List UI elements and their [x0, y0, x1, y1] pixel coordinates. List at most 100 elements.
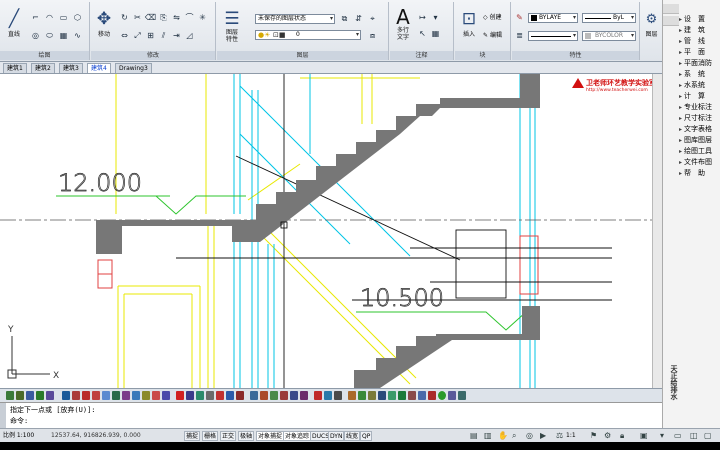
- tool-icon-30[interactable]: [314, 391, 322, 400]
- tool-icon-1[interactable]: [6, 391, 14, 400]
- ellipse-icon[interactable]: ⬭: [44, 30, 55, 41]
- arc-icon[interactable]: ◠: [44, 12, 55, 23]
- stretch-icon[interactable]: ⇔: [119, 30, 130, 41]
- tool-icon-3[interactable]: [26, 391, 34, 400]
- layer-state-dropdown[interactable]: 未保存的图层状态: [255, 14, 335, 24]
- tool-icon-36[interactable]: [378, 391, 386, 400]
- command-window-grip[interactable]: [0, 403, 6, 429]
- clean-screen-icon[interactable]: ▣: [640, 431, 648, 440]
- snap-toggle[interactable]: 捕捉: [184, 431, 201, 441]
- dimension-dropdown-icon[interactable]: ▾: [430, 12, 441, 23]
- command-window[interactable]: 指定下一点或 [放弃(U)]: 命令:: [0, 402, 662, 429]
- tool-icon-16[interactable]: [162, 391, 170, 400]
- sidebar-item-calculate[interactable]: 计 算: [679, 92, 720, 101]
- scale-selector[interactable]: 比例 1:100: [2, 431, 48, 441]
- match-properties-icon[interactable]: ✎: [514, 12, 525, 23]
- tool-icon-22[interactable]: [226, 391, 234, 400]
- tool-icon-33[interactable]: [348, 391, 356, 400]
- explode-icon[interactable]: ✳: [197, 12, 208, 23]
- table-icon[interactable]: ▦: [430, 28, 441, 39]
- tool-icon-5[interactable]: [46, 391, 54, 400]
- array-icon[interactable]: ⊞: [145, 30, 156, 41]
- workspace-icon[interactable]: ⚙: [604, 431, 611, 440]
- tool-icon-10[interactable]: [102, 391, 110, 400]
- sidebar-close-icon[interactable]: [663, 4, 679, 14]
- tool-icon-25[interactable]: [260, 391, 268, 400]
- erase-icon[interactable]: ⌫: [145, 12, 156, 23]
- quickprops-toggle[interactable]: QP: [360, 431, 373, 441]
- tool-icon-37[interactable]: [388, 391, 396, 400]
- ortho-toggle[interactable]: 正交: [220, 431, 237, 441]
- tab-1[interactable]: 建筑2: [31, 63, 55, 73]
- tool-icon-38[interactable]: [398, 391, 406, 400]
- model-icon[interactable]: ▤: [470, 431, 478, 440]
- chamfer-icon[interactable]: ◿: [184, 30, 195, 41]
- annotation-visibility-icon[interactable]: ⚑: [590, 431, 597, 440]
- tray-icon-c[interactable]: ▢: [704, 431, 712, 440]
- layout-icon[interactable]: ▥: [484, 431, 492, 440]
- insert-tool[interactable]: ⊡ 插入: [457, 10, 481, 39]
- tool-icon-2[interactable]: [16, 391, 24, 400]
- circle-icon[interactable]: ◎: [30, 30, 41, 41]
- tool-icon-8[interactable]: [82, 391, 90, 400]
- tool-icon-15[interactable]: [152, 391, 160, 400]
- leader-icon[interactable]: ↖: [417, 28, 428, 39]
- tool-icon-11[interactable]: [112, 391, 120, 400]
- tool-icon-14[interactable]: [142, 391, 150, 400]
- tab-0[interactable]: 建筑1: [3, 63, 27, 73]
- tool-icon-13[interactable]: [132, 391, 140, 400]
- tray-settings-icon[interactable]: ▾: [660, 431, 664, 440]
- tool-icon-27[interactable]: [280, 391, 288, 400]
- tool-icon-21[interactable]: [216, 391, 224, 400]
- tool-icon-32[interactable]: [334, 391, 342, 400]
- tool-icon-4[interactable]: [36, 391, 44, 400]
- copy-icon[interactable]: ⎘: [158, 12, 169, 23]
- spline-icon[interactable]: ∿: [72, 30, 83, 41]
- tool-icon-6[interactable]: [62, 391, 70, 400]
- showmotion-icon[interactable]: ▶: [540, 431, 546, 440]
- sidebar-item-dimension[interactable]: 尺寸标注: [679, 114, 720, 123]
- tool-icon-26[interactable]: [270, 391, 278, 400]
- sidebar-item-library-layer[interactable]: 图库图层: [679, 136, 720, 145]
- tray-icon-a[interactable]: ▭: [674, 431, 682, 440]
- tab-2[interactable]: 建筑3: [59, 63, 83, 73]
- tool-icon-44[interactable]: [458, 391, 466, 400]
- hexagon-icon[interactable]: ⬡: [72, 12, 83, 23]
- mirror-icon[interactable]: ⇋: [171, 12, 182, 23]
- zoom-icon[interactable]: ⌕: [512, 431, 516, 441]
- sidebar-item-system[interactable]: 系 统: [679, 70, 720, 79]
- tray-icon-b[interactable]: ◫: [690, 431, 698, 440]
- osnap-toggle[interactable]: 对象捕捉: [256, 431, 285, 441]
- rectangle-icon[interactable]: ▭: [58, 12, 69, 23]
- sidebar-item-help[interactable]: 帮 助: [679, 169, 720, 178]
- sidebar-item-pro-annotation[interactable]: 专业标注: [679, 103, 720, 112]
- annotation-scale-value[interactable]: 1:1: [566, 432, 576, 439]
- tool-icon-39[interactable]: [408, 391, 416, 400]
- tool-icon-7[interactable]: [72, 391, 80, 400]
- dimension-linear-icon[interactable]: ↦: [417, 12, 428, 23]
- layer-state-icon[interactable]: ⧉: [339, 13, 350, 24]
- line-tool[interactable]: ╱ 直线: [2, 10, 26, 39]
- tool-icon-17[interactable]: [176, 391, 184, 400]
- steering-wheel-icon[interactable]: ◎: [526, 431, 533, 440]
- layer-properties-tool[interactable]: ☰ 图层 特性: [219, 10, 245, 44]
- scale-icon[interactable]: ⤢: [132, 30, 143, 41]
- sidebar-item-layout[interactable]: 文件布图: [679, 158, 720, 167]
- trim-icon[interactable]: ✂: [132, 12, 143, 23]
- tool-icon-28[interactable]: [290, 391, 298, 400]
- groups-tool[interactable]: ⚙ 图层: [641, 10, 662, 38]
- vertical-scrollbar[interactable]: [652, 74, 662, 388]
- rotate-icon[interactable]: ↻: [119, 12, 130, 23]
- offset-icon[interactable]: ⫽: [158, 30, 169, 41]
- pan-icon[interactable]: ✋: [498, 431, 508, 440]
- sidebar-item-plan[interactable]: 平 面: [679, 48, 720, 57]
- sidebar-item-text-table[interactable]: 文字表格: [679, 125, 720, 134]
- tool-icon-18[interactable]: [186, 391, 194, 400]
- sidebar-item-pipeline[interactable]: 管 线: [679, 37, 720, 46]
- hatch-icon[interactable]: ▦: [58, 30, 69, 41]
- tool-icon-34[interactable]: [358, 391, 366, 400]
- polar-toggle[interactable]: 极轴: [238, 431, 255, 441]
- drawing-canvas[interactable]: 12.000 10.500 Y X 卫老师环艺教学实验室 http://www.…: [0, 74, 662, 388]
- tool-icon-24[interactable]: [250, 391, 258, 400]
- tool-icon-23[interactable]: [236, 391, 244, 400]
